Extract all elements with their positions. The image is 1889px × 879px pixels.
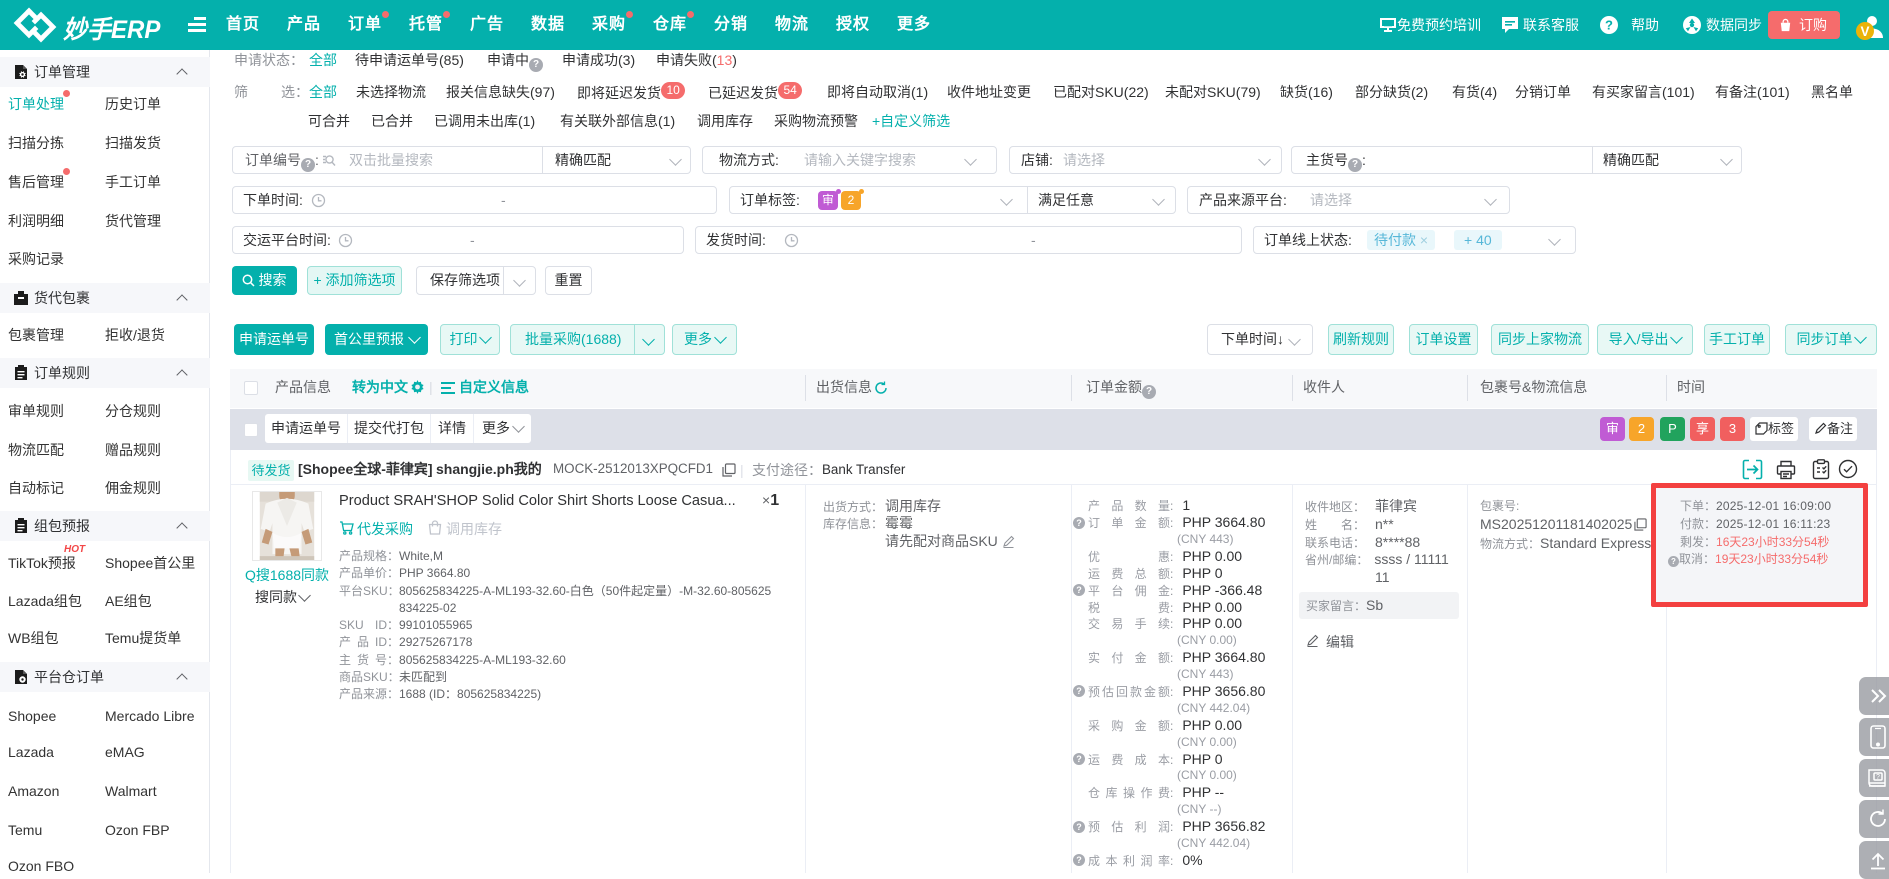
svg-text:V: V (1860, 24, 1869, 39)
svg-text:?: ? (1876, 774, 1880, 781)
svg-text:?: ? (1605, 18, 1613, 33)
